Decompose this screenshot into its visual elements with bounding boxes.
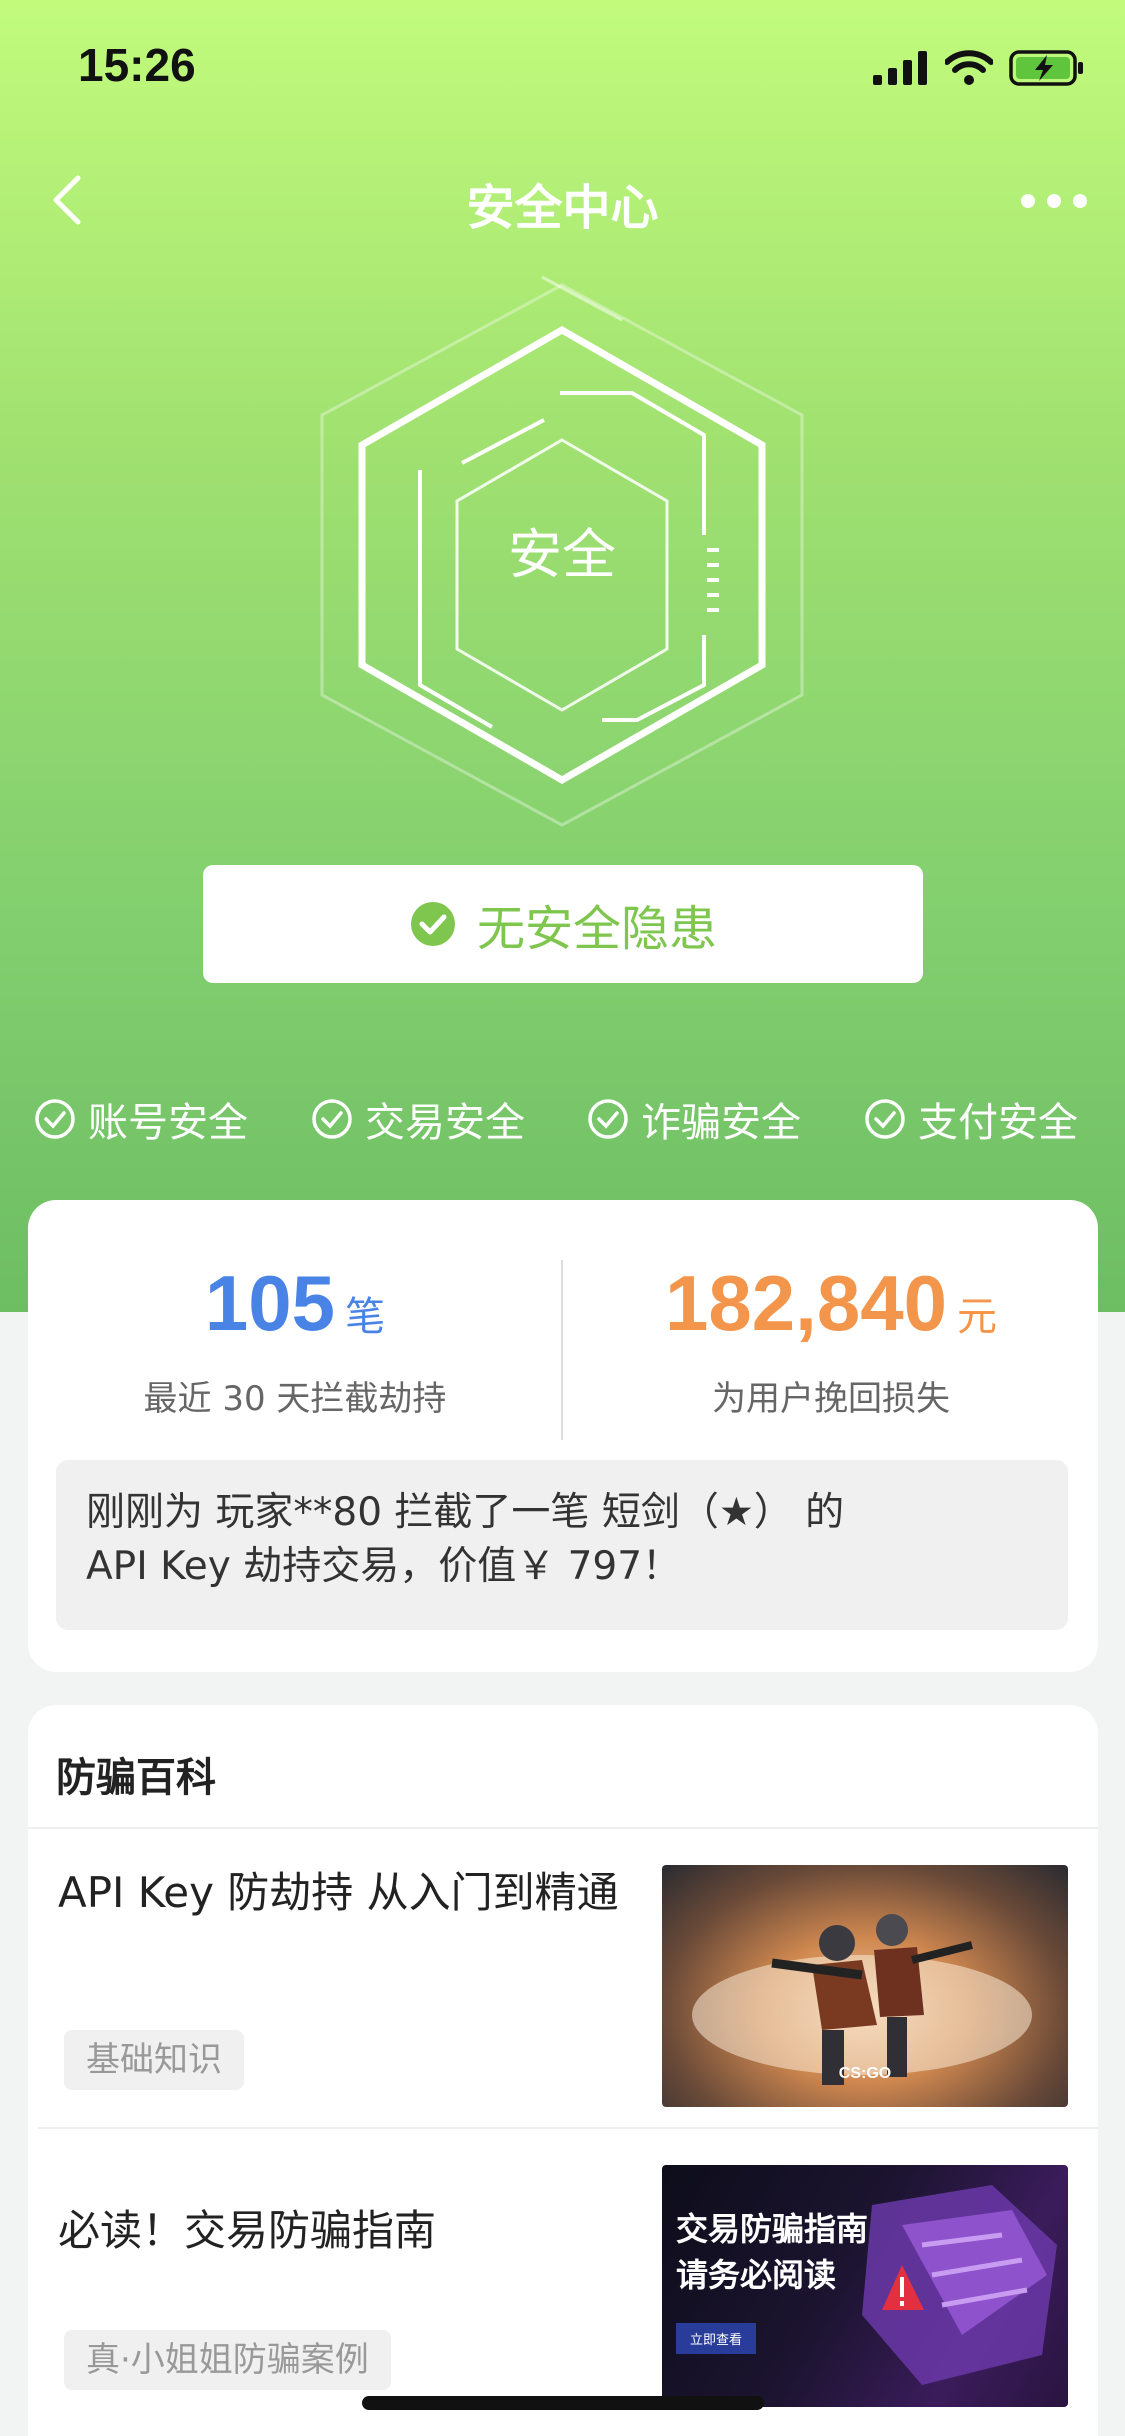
- security-status-button[interactable]: 无安全隐患: [203, 865, 923, 983]
- article-tag: 真·小姐姐防骗案例: [64, 2330, 391, 2390]
- recovered-amount: 182,840: [665, 1259, 947, 1347]
- divider: [38, 2127, 1098, 2129]
- thumbnail-button: 立即查看: [676, 2323, 757, 2354]
- article-tag: 基础知识: [64, 2030, 244, 2090]
- status-bar: 15:26: [0, 0, 1125, 132]
- wiki-title: 防骗百科: [56, 1755, 216, 1801]
- recovered-desc: 为用户挽回损失: [712, 1379, 950, 1419]
- wifi-icon: [945, 50, 993, 85]
- intercepted-desc: 最近 30 天拦截劫持: [143, 1379, 447, 1419]
- intercept-ticker: 刚刚为 玩家**80 拦截了一笔 短剑（★） 的 API Key 劫持交易，价值…: [56, 1460, 1068, 1630]
- security-status-label: 无安全隐患: [476, 901, 717, 957]
- intercepted-unit: 笔: [345, 1294, 386, 1340]
- article-item-trade-guide[interactable]: 必读！交易防骗指南 真·小姐姐防骗案例 交易防骗指南 请务必阅读 立即查看: [28, 2155, 1098, 2436]
- intercepted-stat: 105 笔 最近 30 天拦截劫持: [28, 1258, 562, 1420]
- battery-charging-icon: [1009, 50, 1083, 86]
- ticker-line-2: API Key 劫持交易，价值￥ 797！: [86, 1544, 682, 1589]
- security-checks: 账号安全 交易安全 诈骗安全 支付安全: [0, 1090, 1125, 1160]
- intercepted-count: 105: [204, 1259, 336, 1347]
- check-label: 诈骗安全: [641, 1100, 801, 1146]
- recovered-unit: 元: [956, 1294, 997, 1340]
- check-label: 支付安全: [918, 1100, 1078, 1146]
- article-item-api-key[interactable]: API Key 防劫持 从入门到精通 基础知识 CS:GO: [28, 1855, 1098, 2155]
- recovered-stat: 182,840 元 为用户挽回损失: [564, 1258, 1098, 1420]
- check-trade-security: 交易安全: [311, 1090, 525, 1148]
- more-icon[interactable]: [1019, 186, 1089, 216]
- check-outline-icon: [312, 1099, 352, 1139]
- shield-status-label: 安全: [508, 523, 616, 586]
- signal-icon: [873, 51, 927, 85]
- check-outline-icon: [35, 1099, 75, 1139]
- divider: [28, 1827, 1098, 1829]
- check-payment-security: 支付安全: [864, 1090, 1078, 1148]
- home-indicator: [362, 2396, 764, 2410]
- check-label: 账号安全: [88, 1100, 248, 1146]
- stats-divider: [561, 1260, 563, 1440]
- status-icons: [873, 46, 1085, 90]
- check-circle-icon: [410, 902, 455, 946]
- check-label: 交易安全: [365, 1100, 525, 1146]
- ticker-line-1: 刚刚为 玩家**80 拦截了一笔 短剑（★） 的: [86, 1490, 845, 1535]
- article-title: 必读！交易防骗指南: [58, 2206, 437, 2255]
- status-time: 15:26: [78, 39, 196, 91]
- check-account-security: 账号安全: [34, 1090, 248, 1148]
- article-thumbnail: CS:GO: [662, 1865, 1068, 2107]
- thumbnail-line-2: 请务必阅读: [676, 2256, 837, 2294]
- stats-card: 105 笔 最近 30 天拦截劫持 182,840 元 为用户挽回损失 刚刚为 玩家…: [28, 1200, 1098, 1672]
- check-fraud-security: 诈骗安全: [587, 1090, 801, 1148]
- article-thumbnail: 交易防骗指南 请务必阅读 立即查看: [662, 2165, 1068, 2407]
- check-outline-icon: [588, 1099, 628, 1139]
- security-shield: 安全: [292, 265, 832, 845]
- article-title: API Key 防劫持 从入门到精通: [58, 1868, 619, 1917]
- anti-fraud-wiki: 防骗百科 API Key 防劫持 从入门到精通 基础知识 CS:GO 必读！交易…: [28, 1705, 1098, 2436]
- thumbnail-line-1: 交易防骗指南: [676, 2210, 869, 2248]
- nav-bar: 安全中心: [0, 150, 1125, 250]
- check-outline-icon: [865, 1099, 905, 1139]
- page-title: 安全中心: [466, 180, 659, 236]
- thumbnail-caption: CS:GO: [838, 2065, 892, 2082]
